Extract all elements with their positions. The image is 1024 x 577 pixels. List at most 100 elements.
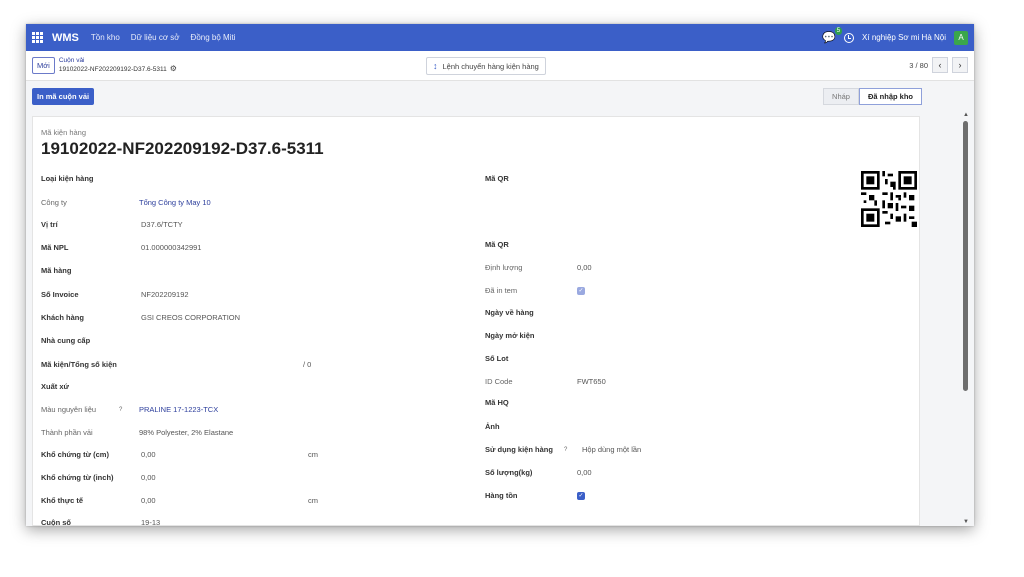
app-window: WMS Tồn kho Dữ liệu cơ sở Đồng bộ Miti 💬… xyxy=(26,24,974,526)
breadcrumb-current: 19102022-NF202209192-D37.6-5311 xyxy=(58,66,167,73)
field-row: Mã kiện/Tổng số kiện / 0 xyxy=(33,359,333,371)
field-row: Hàng tồn ✓ xyxy=(485,490,785,502)
scroll-thumb[interactable] xyxy=(963,121,968,391)
field-label: Nhà cung cấp xyxy=(41,336,91,345)
field-value[interactable]: NF202209192 xyxy=(141,289,189,301)
field-value[interactable]: 0,00 xyxy=(577,262,592,274)
menu-dong-bo-miti[interactable]: Đồng bộ Miti xyxy=(191,33,236,42)
record-title-label: Mã kiện hàng xyxy=(41,128,87,137)
stage-received[interactable]: Đã nhập kho xyxy=(858,88,922,105)
control-panel: Mới Cuộn vải 19102022-NF202209192-D37.6-… xyxy=(26,51,974,81)
company-switcher[interactable]: Xí nghiệp Sơ mi Hà Nội xyxy=(862,33,946,42)
field-suffix: cm xyxy=(308,450,318,459)
field-row: Công ty Tổng Công ty May 10 xyxy=(33,197,333,209)
pager-value[interactable]: 3 / 80 xyxy=(909,61,928,70)
field-value[interactable]: 0,00 xyxy=(577,467,592,479)
field-value[interactable]: Tổng Công ty May 10 xyxy=(139,197,211,209)
field-label: Cuộn số xyxy=(41,518,71,526)
checkbox[interactable]: ✓ xyxy=(577,492,585,500)
field-row: Số lượng(kg) 0,00 xyxy=(485,467,785,479)
help-icon[interactable]: ? xyxy=(119,404,122,416)
field-label: Khổ thực tế xyxy=(41,496,84,505)
field-label: Vị trí xyxy=(41,220,58,229)
field-label: Ngày về hàng xyxy=(485,308,534,317)
gear-icon[interactable]: ⚙ xyxy=(170,65,177,73)
field-label: Hàng tồn xyxy=(485,491,518,500)
stage-draft[interactable]: Nháp xyxy=(823,88,859,105)
checkbox[interactable]: ✓ xyxy=(577,287,585,295)
chat-icon[interactable]: 💬 5 xyxy=(822,27,843,44)
help-icon[interactable]: ? xyxy=(564,444,567,456)
field-value[interactable]: 01.000000342991 xyxy=(141,242,201,254)
menu-ton-kho[interactable]: Tồn kho xyxy=(91,33,120,42)
field-label: ID Code xyxy=(485,377,513,386)
field-label: Công ty xyxy=(41,198,67,207)
field-label: Loại kiện hàng xyxy=(41,174,94,183)
field-label: Thành phần vải xyxy=(41,428,93,437)
print-roll-code-button[interactable]: In mã cuộn vải xyxy=(32,87,95,105)
field-label: Sử dụng kiện hàng xyxy=(485,445,553,454)
field-label: Ảnh xyxy=(485,422,500,431)
field-row: Mã hàng xyxy=(33,265,333,277)
field-label: Đã in tem xyxy=(485,286,518,295)
field-row: ID Code FWT650 xyxy=(485,376,785,388)
field-label: Mã kiện/Tổng số kiện xyxy=(41,360,117,369)
field-row: Ngày về hàng xyxy=(485,307,785,319)
form-sheet: Mã kiện hàng 19102022-NF202209192-D37.6-… xyxy=(32,116,920,526)
transfer-order-button[interactable]: ↕ Lệnh chuyển hàng kiện hàng xyxy=(426,57,546,75)
pager-next-button[interactable]: › xyxy=(952,57,968,73)
field-label: Mã QR xyxy=(485,240,509,249)
field-value[interactable]: D37.6/TCTY xyxy=(141,219,183,231)
field-suffix: cm xyxy=(308,496,318,505)
field-value[interactable]: FWT650 xyxy=(577,376,606,388)
field-label: Mã NPL xyxy=(41,243,69,252)
record-title: 19102022-NF202209192-D37.6-5311 xyxy=(41,139,324,158)
breadcrumb-parent[interactable]: Cuộn vải xyxy=(59,57,177,65)
field-row: Định lượng 0,00 xyxy=(485,262,785,274)
field-row: Ngày mở kiện xyxy=(485,330,785,342)
new-button[interactable]: Mới xyxy=(32,57,55,74)
apps-grid-icon[interactable] xyxy=(32,31,44,44)
field-label: Mã QR xyxy=(485,174,509,183)
app-brand[interactable]: WMS xyxy=(52,32,79,44)
field-row: Khổ chứng từ (inch) 0,00 xyxy=(33,472,333,484)
top-navbar: WMS Tồn kho Dữ liệu cơ sở Đồng bộ Miti 💬… xyxy=(26,24,974,51)
field-value[interactable]: GSI CREOS CORPORATION xyxy=(141,312,240,324)
vertical-scrollbar[interactable]: ▲ ▼ xyxy=(958,111,974,526)
activity-clock-icon[interactable] xyxy=(844,32,855,43)
field-label: Khổ chứng từ (inch) xyxy=(41,473,114,482)
scroll-up-arrow-icon[interactable]: ▲ xyxy=(963,112,969,118)
field-row: Nhà cung cấp xyxy=(33,335,333,347)
field-suffix: / 0 xyxy=(303,360,312,369)
field-row: Mã QR xyxy=(485,173,785,185)
field-value[interactable]: 19-13 xyxy=(141,517,160,526)
field-label: Khổ chứng từ (cm) xyxy=(41,450,109,459)
field-row: Khách hàng GSI CREOS CORPORATION xyxy=(33,312,333,324)
field-label: Màu nguyên liệu xyxy=(41,405,97,414)
field-row: Khổ thực tế 0,00 cm xyxy=(33,495,333,507)
chat-badge: 5 xyxy=(834,27,843,35)
field-value[interactable]: PRALINE 17-1223-TCX xyxy=(139,404,218,416)
scroll-down-arrow-icon[interactable]: ▼ xyxy=(963,519,969,525)
field-row: Mã NPL 01.000000342991 xyxy=(33,242,333,254)
field-value[interactable]: 0,00 xyxy=(141,472,156,484)
field-value[interactable]: 98% Polyester, 2% Elastane xyxy=(139,427,233,439)
field-label: Xuất xứ xyxy=(41,382,69,391)
pager-previous-button[interactable]: ‹ xyxy=(932,57,948,73)
field-row: Vị trí D37.6/TCTY xyxy=(33,219,333,231)
field-row: Mã QR xyxy=(485,239,785,251)
transfer-order-label: Lệnh chuyển hàng kiện hàng xyxy=(442,61,539,71)
field-value[interactable]: 0,00 xyxy=(141,449,156,461)
field-value[interactable]: Hộp dùng một lần xyxy=(582,444,641,456)
field-value[interactable]: 0,00 xyxy=(141,495,156,507)
field-label: Số lượng(kg) xyxy=(485,468,533,477)
qr-code-image xyxy=(861,171,917,227)
field-row: Sử dụng kiện hàng? Hộp dùng một lần xyxy=(485,444,785,456)
field-row: Cuộn số 19-13 xyxy=(33,517,333,526)
field-row: Xuất xứ xyxy=(33,381,333,393)
field-label: Số Lot xyxy=(485,354,509,363)
up-down-arrow-icon: ↕ xyxy=(433,61,438,71)
user-avatar[interactable]: A xyxy=(954,30,968,45)
field-row: Mã HQ xyxy=(485,397,785,409)
menu-du-lieu-co-so[interactable]: Dữ liệu cơ sở xyxy=(131,33,180,42)
